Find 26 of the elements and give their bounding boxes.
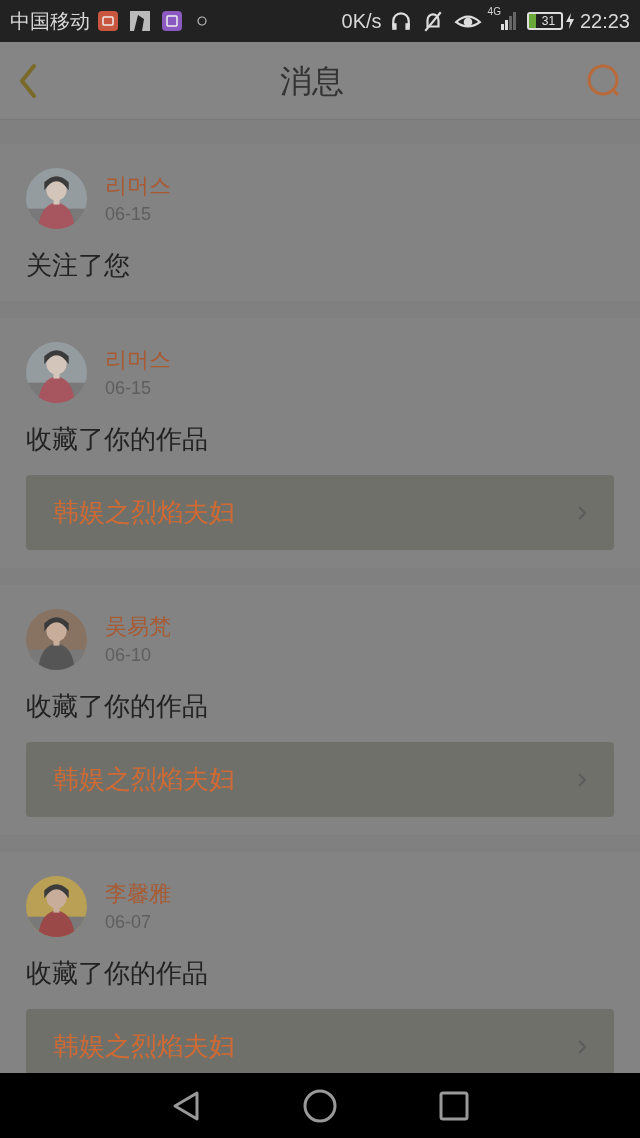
user-name[interactable]: 李馨雅 xyxy=(105,878,171,909)
work-link[interactable]: 韩娱之烈焰夫妇 xyxy=(26,1009,614,1073)
charging-icon xyxy=(565,13,574,29)
headphones-icon xyxy=(389,10,412,32)
clock: 22:23 xyxy=(579,9,630,34)
photo-notification-icon xyxy=(130,11,150,31)
signal-icon xyxy=(500,12,517,30)
carrier-name: 中国移动 xyxy=(10,9,90,34)
battery-percentage: 31 xyxy=(540,15,557,27)
message-text: 关注了您 xyxy=(26,249,131,282)
home-nav-icon[interactable] xyxy=(303,1088,337,1123)
network-type: 4G xyxy=(487,5,501,19)
user-name[interactable]: 리머스 xyxy=(105,344,171,375)
network-speed: 0K/s xyxy=(341,9,382,34)
battery-fill xyxy=(528,14,536,28)
user-name[interactable]: 吴易梵 xyxy=(105,611,171,642)
work-link[interactable]: 韩娱之烈焰夫妇 xyxy=(26,742,614,817)
message-text: 收藏了你的作品 xyxy=(26,690,209,723)
message-text: 收藏了你的作品 xyxy=(26,957,209,990)
message-text: 收藏了你的作品 xyxy=(26,423,209,456)
work-link[interactable]: 韩娱之烈焰夫妇 xyxy=(26,475,614,550)
gallery-notification-icon xyxy=(162,11,182,31)
recent-apps-icon[interactable] xyxy=(439,1090,469,1121)
page-title: 消息 xyxy=(280,61,344,101)
back-nav-icon[interactable] xyxy=(171,1089,201,1122)
user-name[interactable]: 리머스 xyxy=(105,170,171,201)
